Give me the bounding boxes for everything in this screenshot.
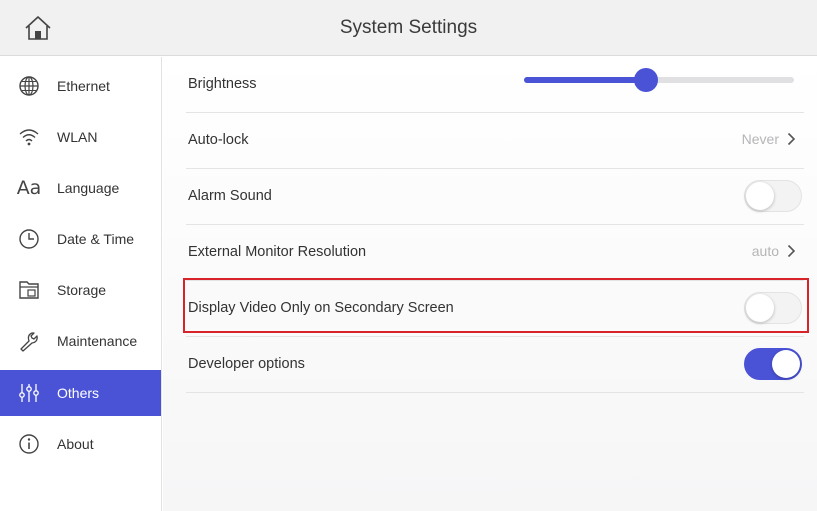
clock-icon [18,228,40,250]
external-monitor-resolution-value-text: auto [751,243,779,259]
sidebar-item-label: About [57,436,94,452]
sidebar-item-ethernet[interactable]: Ethernet [0,63,161,109]
display-video-secondary-toggle[interactable] [744,292,802,324]
sidebar-item-date-time[interactable]: Date & Time [0,216,161,262]
developer-options-row: Developer options [186,337,804,393]
auto-lock-row[interactable]: Auto-lock Never [186,113,804,169]
folder-icon [18,279,40,301]
developer-options-label: Developer options [188,356,305,372]
external-monitor-resolution-value[interactable]: auto [752,243,796,259]
chevron-right-icon [787,244,796,258]
wifi-icon [18,126,40,148]
sidebar-item-label: Others [57,385,100,401]
auto-lock-value-text: Never [741,131,779,147]
globe-icon [18,75,40,97]
toggle-knob [746,294,774,322]
auto-lock-value[interactable]: Never [742,131,796,147]
developer-options-toggle[interactable] [744,348,802,380]
sidebar-item-label: Date & Time [57,231,135,247]
toggle-knob [746,182,774,210]
alarm-sound-toggle[interactable] [744,180,802,212]
slider-fill [524,77,646,83]
chevron-right-icon [787,132,796,146]
language-icon: Aa [16,177,42,199]
sidebar-item-about[interactable]: About [0,421,161,467]
external-monitor-resolution-label: External Monitor Resolution [188,244,367,260]
info-icon [18,433,40,455]
brightness-row: Brightness [186,57,804,113]
external-monitor-resolution-row[interactable]: External Monitor Resolution auto [186,225,804,281]
sidebar-item-language[interactable]: Aa Language [0,165,161,211]
sidebar-item-wlan[interactable]: WLAN [0,114,161,160]
display-video-secondary-label: Display Video Only on Secondary Screen [188,300,454,316]
toggle-knob [772,350,800,378]
sidebar-item-label: Language [57,180,120,196]
alarm-sound-label: Alarm Sound [188,188,272,204]
wrench-icon [18,330,40,352]
page-title: System Settings [339,17,478,38]
alarm-sound-row: Alarm Sound [186,169,804,225]
header-bar: System Settings [0,0,817,56]
sidebar: Ethernet WLAN Aa Language Date & Time St… [0,57,162,511]
brightness-label: Brightness [188,76,257,92]
sidebar-item-label: Maintenance [57,333,138,349]
sidebar-item-storage[interactable]: Storage [0,267,161,313]
sidebar-item-label: WLAN [57,129,98,145]
auto-lock-label: Auto-lock [188,132,249,148]
display-video-secondary-row: Display Video Only on Secondary Screen [186,281,804,337]
sidebar-item-label: Ethernet [57,78,110,94]
sliders-icon [18,382,40,404]
sidebar-item-maintenance[interactable]: Maintenance [0,318,161,364]
brightness-slider[interactable] [524,68,794,92]
settings-panel: Brightness Auto-lock Never Alarm Sound E… [163,57,817,511]
sidebar-item-others[interactable]: Others [0,370,161,416]
sidebar-item-label: Storage [57,282,107,298]
slider-thumb[interactable] [633,68,658,92]
